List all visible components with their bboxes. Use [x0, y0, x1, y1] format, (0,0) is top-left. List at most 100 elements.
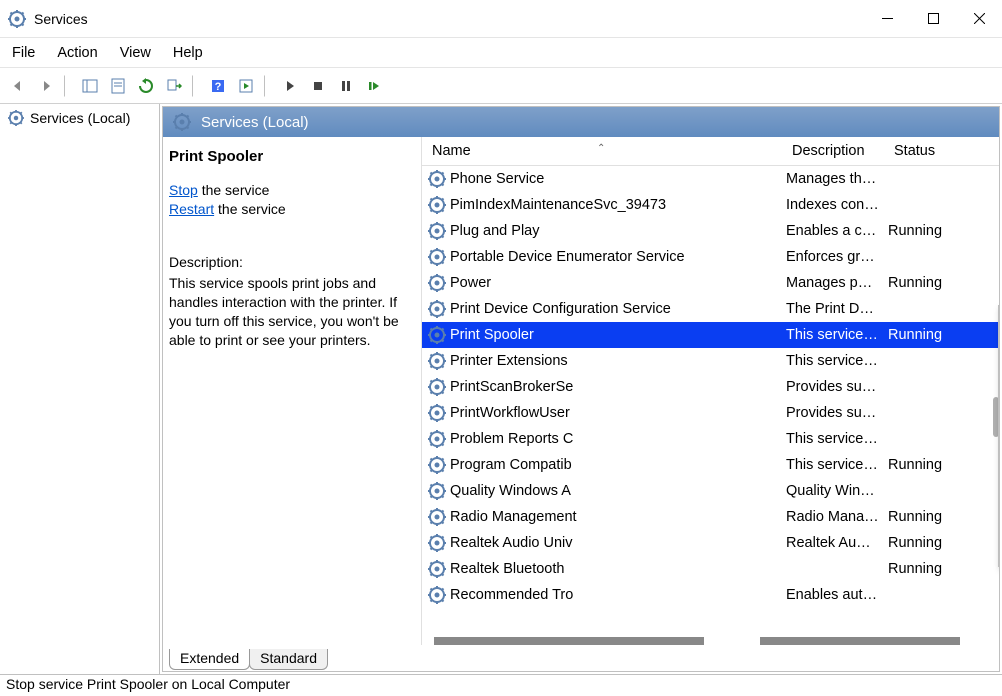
- context-menu: Start Stop Pause Resume Restart All Task…: [998, 305, 999, 567]
- service-row[interactable]: PrintScanBrokerSeProvides su…: [422, 374, 999, 400]
- service-name: PrintWorkflowUser: [450, 405, 786, 421]
- detail-pane: Print Spooler Stop the service Restart t…: [163, 137, 421, 645]
- service-row[interactable]: Problem Reports CThis service…: [422, 426, 999, 452]
- service-row[interactable]: PowerManages p…Running: [422, 270, 999, 296]
- service-name: Printer Extensions: [450, 353, 786, 369]
- service-name: Power: [450, 275, 786, 291]
- description-text: This service spools print jobs and handl…: [169, 274, 411, 350]
- service-status: Running: [888, 561, 958, 577]
- restart-button[interactable]: [362, 74, 386, 98]
- stop-link[interactable]: Stop: [169, 182, 198, 198]
- service-status: Running: [888, 275, 958, 291]
- service-row[interactable]: Print Device Configuration ServiceThe Pr…: [422, 296, 999, 322]
- gear-icon: [428, 456, 446, 474]
- horizontal-scrollbar[interactable]: [434, 637, 960, 645]
- minimize-button[interactable]: [864, 0, 910, 38]
- view-tabs: Extended Standard: [163, 645, 999, 671]
- column-status[interactable]: Status: [894, 143, 964, 159]
- description-label: Description:: [169, 253, 411, 272]
- service-name: Phone Service: [450, 171, 786, 187]
- help-button[interactable]: ?: [206, 74, 230, 98]
- service-name: Radio Management: [450, 509, 786, 525]
- start-button[interactable]: [278, 74, 302, 98]
- service-description: Manages p…: [786, 275, 888, 291]
- column-name[interactable]: Name: [432, 143, 792, 159]
- column-description[interactable]: Description: [792, 143, 894, 159]
- service-row[interactable]: Program CompatibThis service…Running: [422, 452, 999, 478]
- action-button[interactable]: [234, 74, 258, 98]
- back-button[interactable]: [6, 74, 30, 98]
- gear-icon: [428, 508, 446, 526]
- service-name: Print Spooler: [450, 327, 786, 343]
- properties-button[interactable]: [106, 74, 130, 98]
- service-row[interactable]: Quality Windows AQuality Win…: [422, 478, 999, 504]
- menu-action[interactable]: Action: [53, 43, 101, 63]
- service-description: Enables aut…: [786, 587, 888, 603]
- gear-icon: [428, 300, 446, 318]
- show-hide-tree-button[interactable]: [78, 74, 102, 98]
- service-status: Running: [888, 327, 958, 343]
- gear-icon: [428, 482, 446, 500]
- service-row[interactable]: PrintWorkflowUserProvides su…: [422, 400, 999, 426]
- toolbar-separator: [264, 75, 272, 97]
- service-description: Enables a c…: [786, 223, 888, 239]
- service-name: Quality Windows A: [450, 483, 786, 499]
- title-bar: Services: [0, 0, 1002, 38]
- service-row[interactable]: Realtek Audio UnivRealtek Au…Running: [422, 530, 999, 556]
- gear-icon: [428, 586, 446, 604]
- menu-view[interactable]: View: [116, 43, 155, 63]
- service-description: The Print D…: [786, 301, 888, 317]
- service-row[interactable]: Portable Device Enumerator ServiceEnforc…: [422, 244, 999, 270]
- tree-item-label: Services (Local): [30, 110, 130, 126]
- service-list-pane: Name ⌃ Description Status Phone ServiceM…: [421, 137, 999, 645]
- service-description: Indexes con…: [786, 197, 888, 213]
- refresh-button[interactable]: [134, 74, 158, 98]
- service-description: This service…: [786, 457, 888, 473]
- gear-icon: [8, 110, 24, 126]
- restart-link[interactable]: Restart: [169, 201, 214, 217]
- content-area: Print Spooler Stop the service Restart t…: [163, 137, 999, 645]
- gear-icon: [428, 170, 446, 188]
- service-row[interactable]: Radio ManagementRadio Mana…Running: [422, 504, 999, 530]
- forward-button[interactable]: [34, 74, 58, 98]
- menu-help[interactable]: Help: [169, 43, 207, 63]
- service-description: Provides su…: [786, 405, 888, 421]
- service-name: PimIndexMaintenanceSvc_39473: [450, 197, 786, 213]
- service-rows: Phone ServiceManages th…PimIndexMaintena…: [422, 166, 999, 608]
- service-row[interactable]: PimIndexMaintenanceSvc_39473Indexes con…: [422, 192, 999, 218]
- tab-extended[interactable]: Extended: [169, 649, 250, 670]
- gear-icon: [428, 378, 446, 396]
- service-row[interactable]: Print SpoolerThis service…Running: [422, 322, 999, 348]
- tab-standard[interactable]: Standard: [249, 649, 328, 670]
- service-description: Radio Mana…: [786, 509, 888, 525]
- service-row[interactable]: Plug and PlayEnables a c…Running: [422, 218, 999, 244]
- tree-item-services-local[interactable]: Services (Local): [4, 108, 155, 128]
- svg-text:?: ?: [215, 81, 222, 93]
- maximize-button[interactable]: [910, 0, 956, 38]
- menu-file[interactable]: File: [8, 43, 39, 63]
- toolbar: ?: [0, 68, 1002, 104]
- service-description: Manages th…: [786, 171, 888, 187]
- right-pane: Services (Local) Print Spooler Stop the …: [162, 106, 1000, 672]
- service-row[interactable]: Recommended TroEnables aut…: [422, 582, 999, 608]
- stop-button[interactable]: [306, 74, 330, 98]
- service-name: Plug and Play: [450, 223, 786, 239]
- service-name: Program Compatib: [450, 457, 786, 473]
- service-name: Print Device Configuration Service: [450, 301, 786, 317]
- service-row[interactable]: Phone ServiceManages th…: [422, 166, 999, 192]
- restart-line: Restart the service: [169, 200, 411, 219]
- service-row[interactable]: Realtek Bluetooth Running: [422, 556, 999, 582]
- service-row[interactable]: Printer Extensions This service…: [422, 348, 999, 374]
- toolbar-separator: [64, 75, 72, 97]
- sort-indicator-icon: ⌃: [597, 143, 605, 154]
- menu-bar: File Action View Help: [0, 38, 1002, 68]
- toolbar-separator: [192, 75, 200, 97]
- pause-button[interactable]: [334, 74, 358, 98]
- tree-pane: Services (Local): [0, 104, 160, 674]
- export-button[interactable]: [162, 74, 186, 98]
- close-button[interactable]: [956, 0, 1002, 38]
- main-area: Services (Local) Services (Local) Print …: [0, 104, 1002, 674]
- service-name: Realtek Bluetooth: [450, 561, 786, 577]
- status-bar: Stop service Print Spooler on Local Comp…: [0, 674, 1002, 696]
- window-title: Services: [34, 11, 88, 27]
